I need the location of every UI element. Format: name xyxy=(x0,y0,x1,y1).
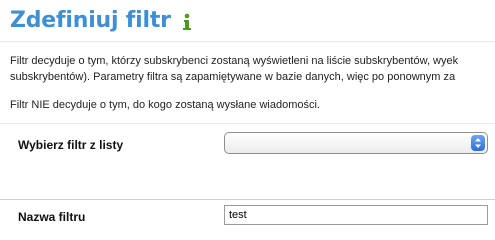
filter-select[interactable] xyxy=(224,132,488,154)
page-title: Zdefiniuj filtr xyxy=(10,8,171,33)
select-filter-label: Wybierz filtr z listy xyxy=(18,138,124,152)
form-divider-top xyxy=(0,123,495,124)
filter-name-label: Nazwa filtru xyxy=(18,210,86,224)
description-note: Filtr NIE decyduje o tym, do kogo zostan… xyxy=(10,99,320,111)
filter-name-input[interactable] xyxy=(224,205,488,225)
select-stepper-icon[interactable] xyxy=(471,135,485,151)
info-icon[interactable] xyxy=(181,12,193,32)
form-divider-bottom xyxy=(0,199,495,200)
title-divider xyxy=(0,41,495,42)
title-row: Zdefiniuj filtr xyxy=(10,5,193,37)
description-line-1: Filtr decyduje o tym, którzy subskrybenc… xyxy=(10,55,459,67)
filter-definition-page: Zdefiniuj filtr Filtr decyduje o tym, kt… xyxy=(0,0,495,225)
description-line-2: subskrybentów). Parametry filtra są zapa… xyxy=(10,71,456,83)
